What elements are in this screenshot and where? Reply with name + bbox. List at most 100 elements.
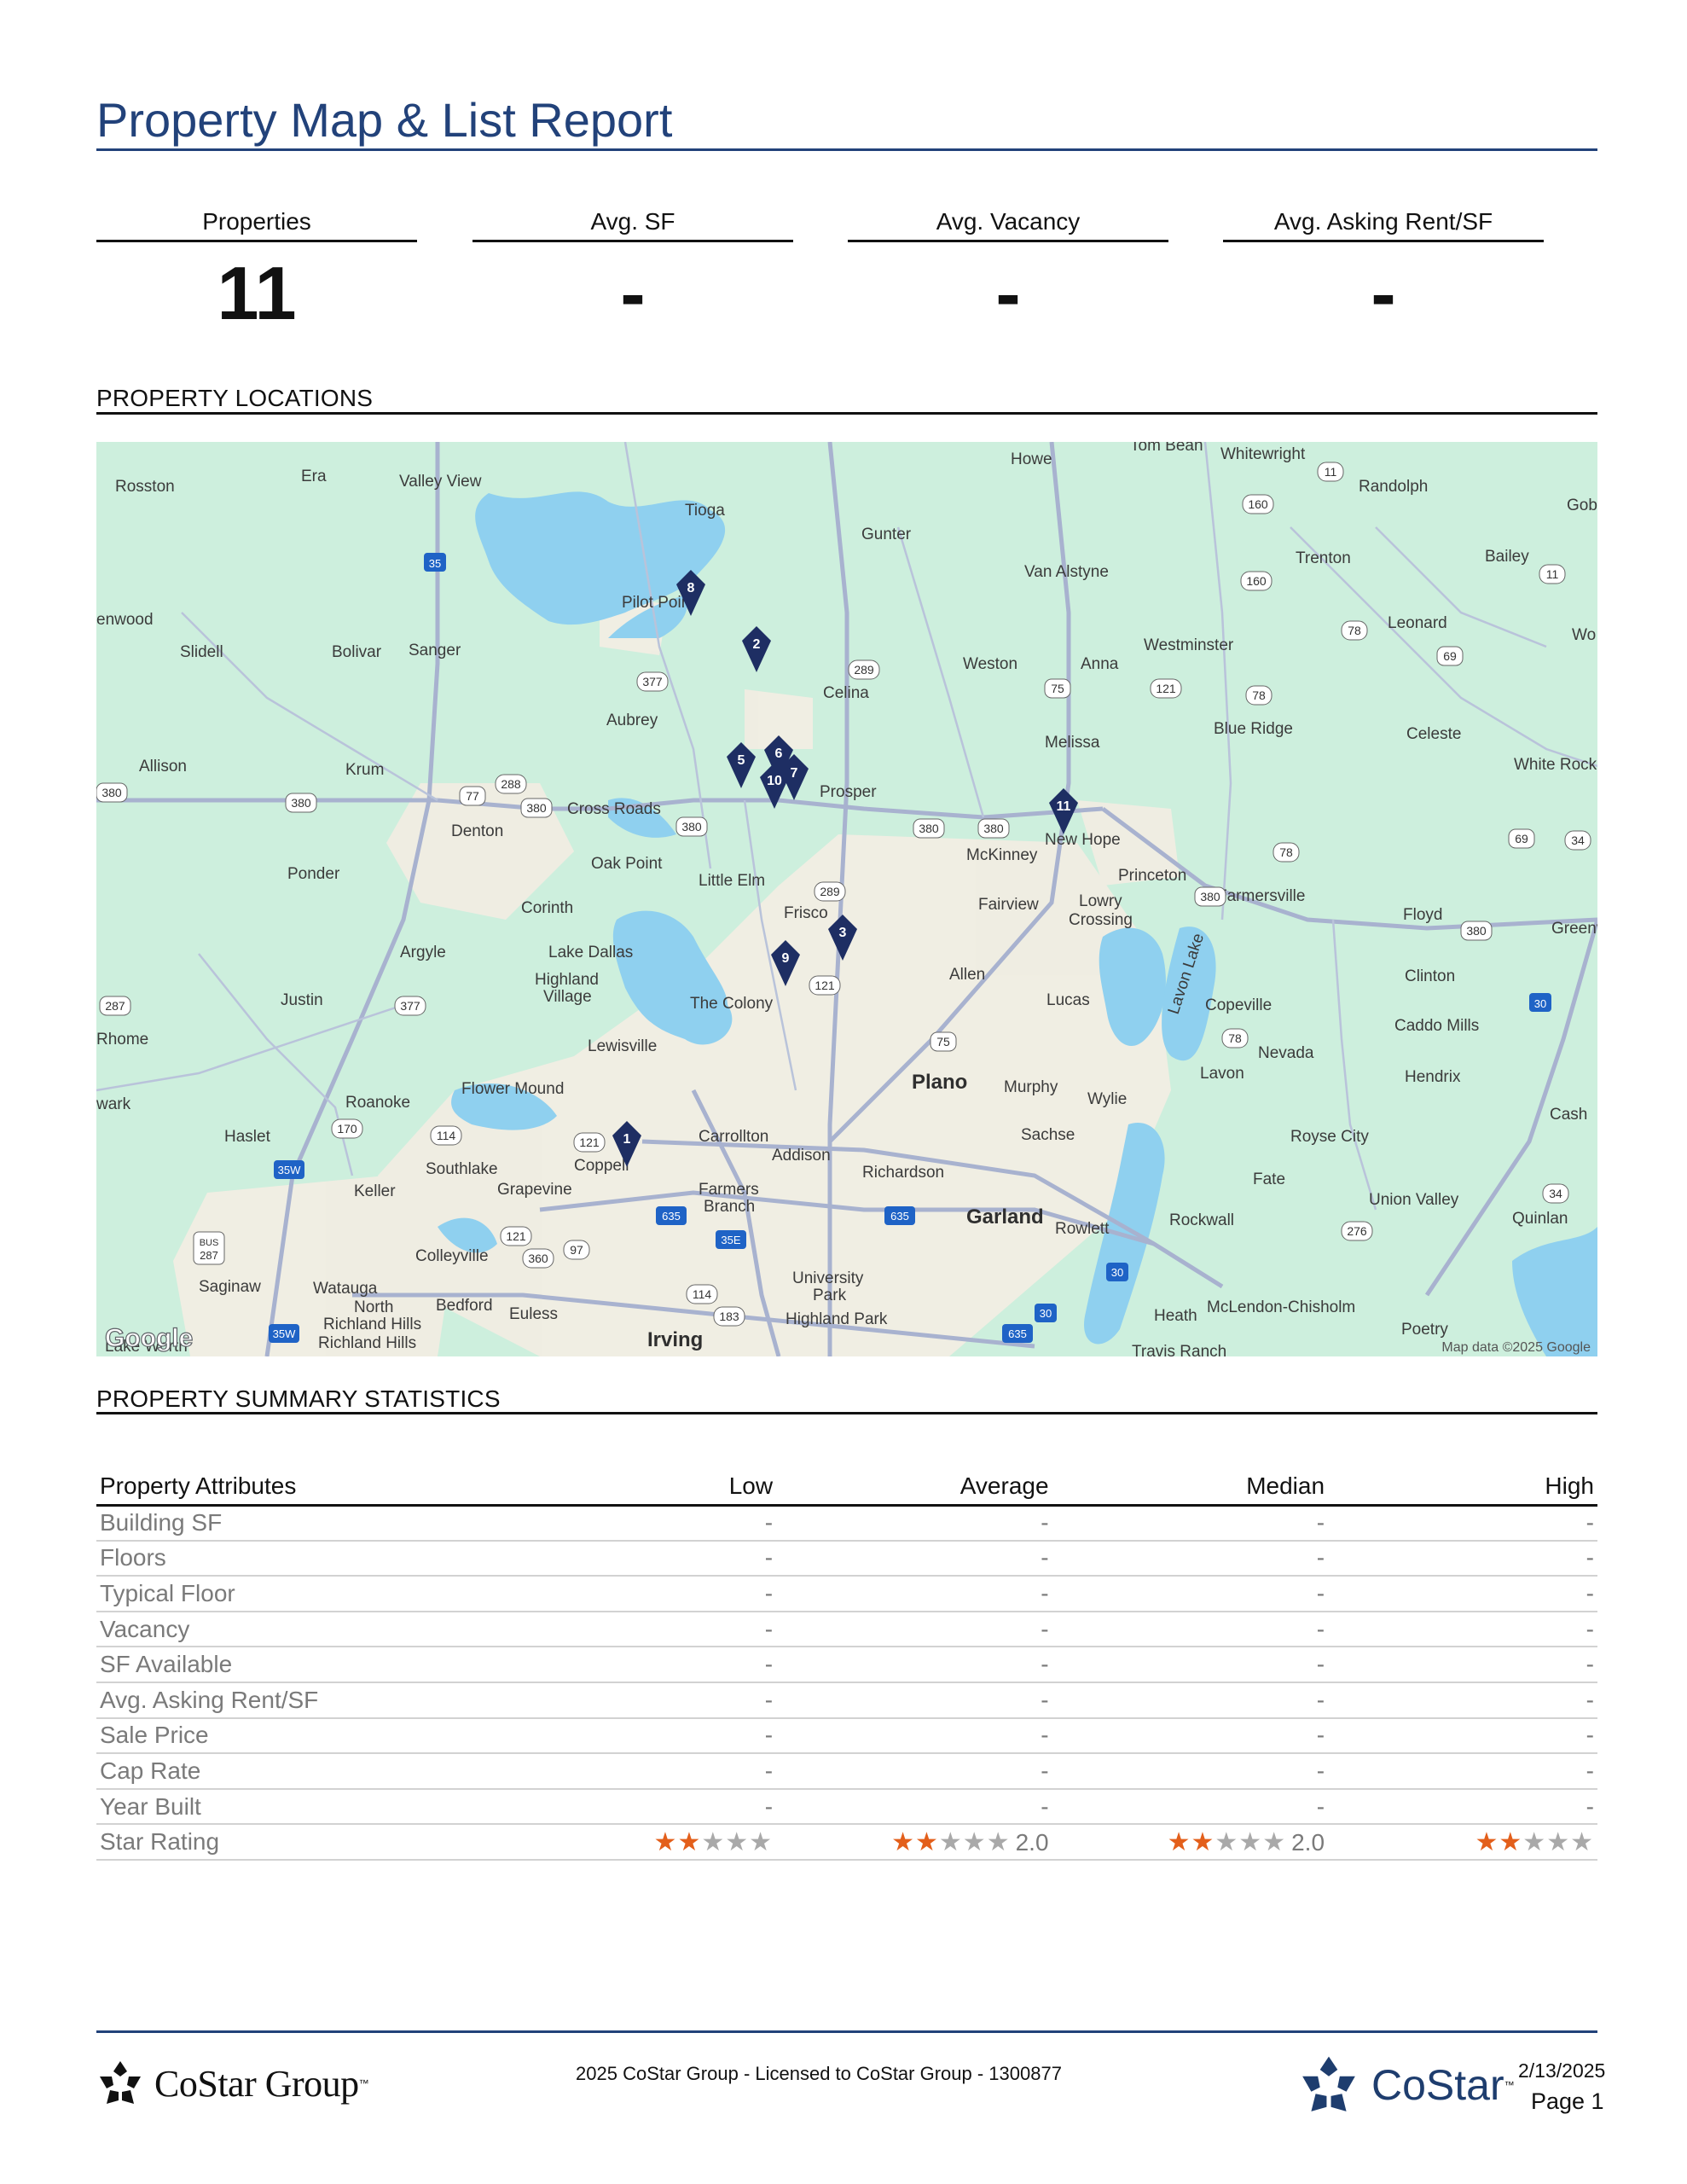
svg-text:360: 360 bbox=[528, 1252, 548, 1265]
svg-text:Flower Mound: Flower Mound bbox=[461, 1080, 564, 1098]
shield-30: 30 bbox=[1529, 993, 1551, 1012]
svg-text:Justin: Justin bbox=[281, 991, 323, 1009]
table-cell: - bbox=[1052, 1788, 1329, 1826]
shield-380h: 380 bbox=[96, 782, 128, 803]
svg-text:Lake Dallas: Lake Dallas bbox=[548, 944, 633, 961]
svg-text:Euless: Euless bbox=[509, 1305, 558, 1323]
shield-288: 288 bbox=[495, 774, 527, 794]
title-divider bbox=[96, 148, 1597, 151]
svg-text:Allison: Allison bbox=[139, 758, 187, 775]
star-rating-cell: ★★★★★ bbox=[545, 1824, 777, 1861]
shield-69: 69 bbox=[1436, 646, 1464, 666]
svg-text:Coppell: Coppell bbox=[574, 1157, 629, 1175]
svg-text:Slidell: Slidell bbox=[180, 643, 223, 661]
star-filled-icon: ★ bbox=[1499, 1827, 1523, 1856]
shield-75: 75 bbox=[1044, 678, 1071, 699]
svg-text:Whitewright: Whitewright bbox=[1220, 445, 1306, 463]
table-cell: - bbox=[545, 1647, 777, 1683]
svg-text:114: 114 bbox=[437, 1129, 456, 1142]
table-cell: - bbox=[545, 1611, 777, 1648]
star-rating-cell: ★★★★★ 2.0 bbox=[776, 1824, 1052, 1861]
shield-380e: 380 bbox=[977, 818, 1010, 839]
star-empty-icon: ★ bbox=[1262, 1827, 1287, 1856]
shield-377b: 377 bbox=[394, 996, 426, 1016]
shield-289b: 289 bbox=[814, 881, 846, 902]
column-header: Median bbox=[1052, 1469, 1329, 1507]
svg-text:Fairview: Fairview bbox=[978, 896, 1039, 914]
table-cell: - bbox=[1052, 1505, 1329, 1542]
svg-text:287: 287 bbox=[200, 1249, 218, 1262]
svg-text:380: 380 bbox=[526, 801, 547, 815]
svg-text:Bolivar: Bolivar bbox=[332, 643, 382, 661]
shield-183: 183 bbox=[713, 1306, 745, 1327]
property-map[interactable]: Rosston Era Valley View Tioga Gunter How… bbox=[96, 442, 1597, 1356]
svg-text:11: 11 bbox=[1325, 465, 1337, 479]
attribute-label: Year Built bbox=[96, 1788, 546, 1826]
svg-text:69: 69 bbox=[1443, 649, 1457, 663]
shield-121b: 121 bbox=[809, 975, 841, 996]
table-cell: - bbox=[1052, 1682, 1329, 1719]
attribute-label: Cap Rate bbox=[96, 1753, 546, 1790]
attribute-label: SF Available bbox=[96, 1647, 546, 1683]
svg-text:77: 77 bbox=[466, 789, 479, 803]
svg-text:Westminster: Westminster bbox=[1144, 636, 1234, 654]
svg-text:160: 160 bbox=[1248, 497, 1268, 511]
svg-text:Grapevine: Grapevine bbox=[497, 1181, 572, 1199]
svg-text:Floyd: Floyd bbox=[1403, 906, 1442, 924]
svg-text:Lowry: Lowry bbox=[1079, 892, 1122, 910]
svg-text:35E: 35E bbox=[721, 1234, 740, 1246]
summary-statistics-table: Property Attributes Low Average Median H… bbox=[96, 1469, 1597, 1861]
report-date: 2/13/2025 bbox=[1518, 2059, 1606, 2082]
map-canvas[interactable]: Rosston Era Valley View Tioga Gunter How… bbox=[96, 442, 1597, 1356]
star-empty-icon: ★ bbox=[986, 1827, 1011, 1856]
table-cell: - bbox=[545, 1682, 777, 1719]
svg-text:Prosper: Prosper bbox=[820, 783, 877, 801]
svg-text:380: 380 bbox=[1466, 924, 1487, 938]
svg-text:69: 69 bbox=[1515, 832, 1528, 845]
svg-text:75: 75 bbox=[936, 1035, 950, 1048]
table-cell: - bbox=[776, 1611, 1052, 1648]
shield-287: 287 bbox=[99, 996, 131, 1016]
svg-text:Anna: Anna bbox=[1081, 655, 1119, 673]
star-filled-icon: ★ bbox=[677, 1827, 702, 1856]
shield-75b: 75 bbox=[930, 1031, 957, 1052]
column-header: Property Attributes bbox=[96, 1469, 546, 1507]
table-header-row: Property Attributes Low Average Median H… bbox=[96, 1469, 1597, 1507]
metric-value: 11 bbox=[217, 251, 297, 335]
svg-text:Southlake: Southlake bbox=[426, 1160, 498, 1178]
shield-77: 77 bbox=[459, 786, 486, 806]
svg-text:Allen: Allen bbox=[949, 966, 985, 984]
svg-text:Celeste: Celeste bbox=[1406, 725, 1461, 743]
svg-text:Garland: Garland bbox=[966, 1205, 1044, 1228]
attribute-label: Avg. Asking Rent/SF bbox=[96, 1682, 546, 1719]
svg-text:Van Alstyne: Van Alstyne bbox=[1024, 563, 1109, 581]
svg-text:Rowlett: Rowlett bbox=[1055, 1220, 1110, 1238]
svg-text:Greenvil: Greenvil bbox=[1551, 920, 1597, 938]
svg-text:Leonard: Leonard bbox=[1388, 614, 1447, 632]
metric-value: - bbox=[995, 251, 1021, 335]
shield-35e: 35E bbox=[716, 1230, 746, 1249]
star-filled-icon: ★ bbox=[914, 1827, 939, 1856]
table-row: SF Available - - - - bbox=[96, 1647, 1597, 1683]
svg-text:Gob: Gob bbox=[1567, 497, 1597, 514]
svg-text:Highland Park: Highland Park bbox=[786, 1310, 888, 1328]
svg-text:Cross Roads: Cross Roads bbox=[567, 800, 661, 818]
svg-text:30: 30 bbox=[1040, 1307, 1052, 1320]
svg-text:Hendrix: Hendrix bbox=[1405, 1068, 1461, 1086]
table-cell: - bbox=[776, 1647, 1052, 1683]
table-cell: - bbox=[776, 1788, 1052, 1826]
svg-text:635: 635 bbox=[890, 1210, 909, 1223]
svg-text:276: 276 bbox=[1347, 1224, 1367, 1238]
svg-text:Branch: Branch bbox=[704, 1198, 755, 1216]
svg-text:11: 11 bbox=[1057, 799, 1071, 814]
svg-text:Carrollton: Carrollton bbox=[699, 1128, 768, 1146]
shield-bus287: BUS287 bbox=[193, 1231, 225, 1265]
shield-35w-b: 35W bbox=[269, 1324, 299, 1343]
attribute-label: Floors bbox=[96, 1540, 546, 1577]
trademark-symbol: ™ bbox=[358, 2077, 369, 2089]
shield-11: 11 bbox=[1317, 462, 1344, 482]
svg-text:Howe: Howe bbox=[1011, 450, 1052, 468]
svg-text:Colleyville: Colleyville bbox=[415, 1247, 489, 1265]
table-row: Floors - - - - bbox=[96, 1540, 1597, 1577]
svg-text:The Colony: The Colony bbox=[690, 995, 774, 1013]
